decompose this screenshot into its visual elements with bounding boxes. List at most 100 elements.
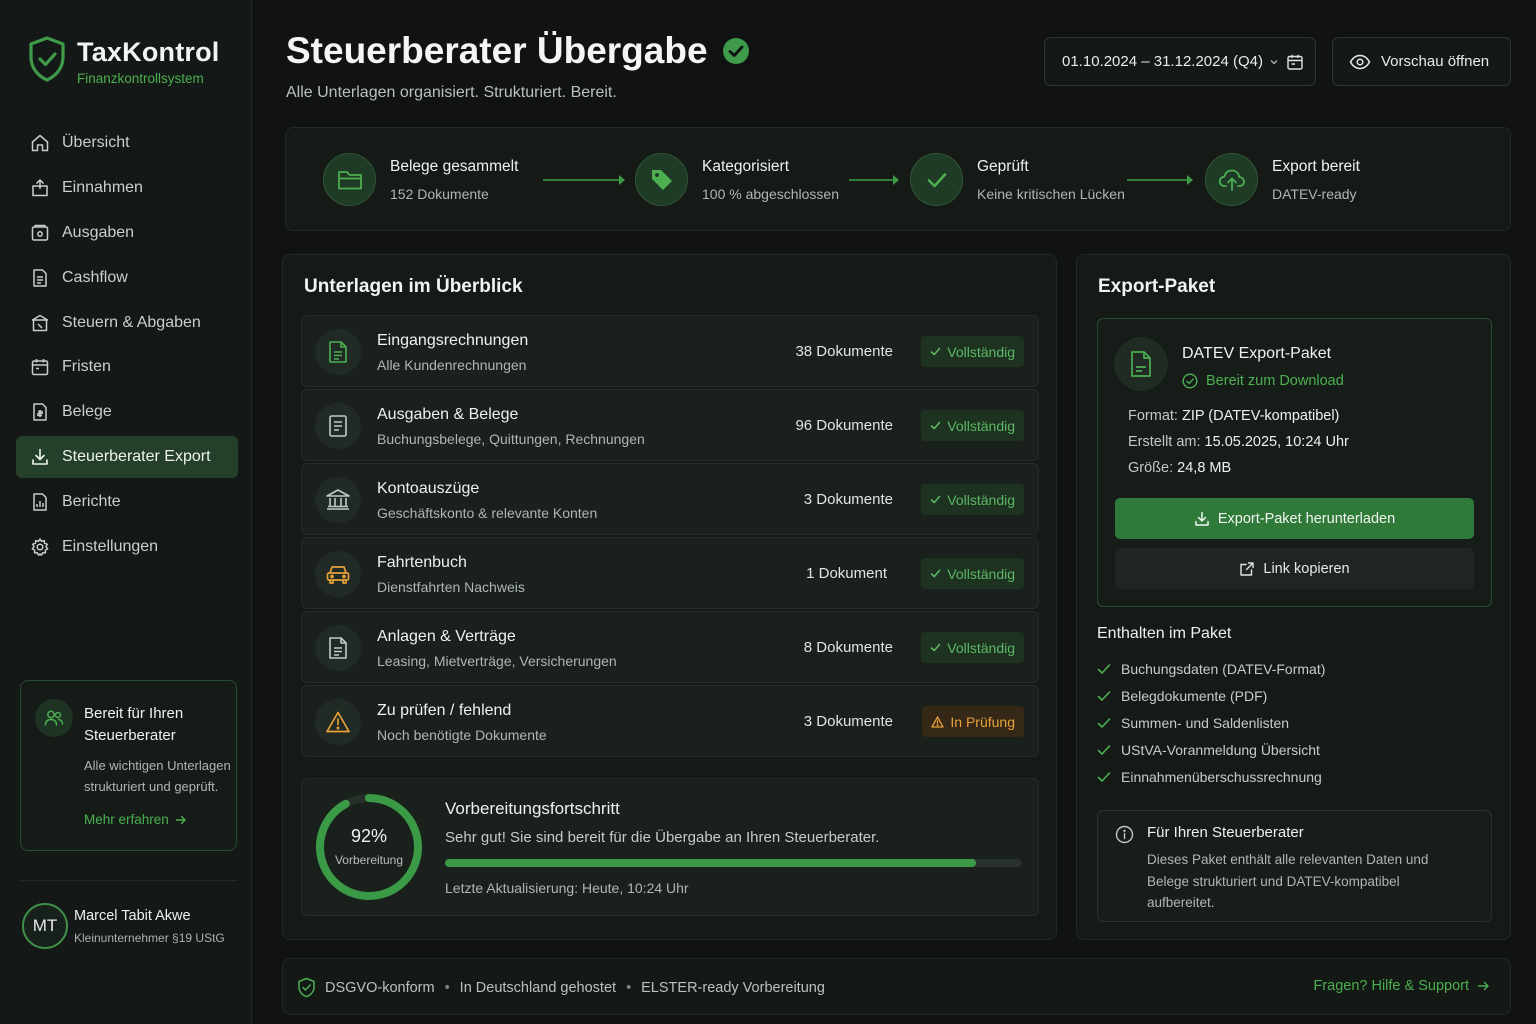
progress-ring	[316, 794, 422, 900]
wallet-icon	[31, 224, 49, 241]
progress-bar	[445, 859, 1022, 867]
advisor-info-card: Für Ihren Steuerberater Dieses Paket ent…	[1097, 810, 1492, 922]
warning-icon	[315, 699, 361, 745]
app-logo[interactable]: TaxKontrol Finanzkontrollsystem	[28, 36, 220, 86]
doc-count: 3 Dokumente	[803, 713, 893, 730]
shield-check-icon	[298, 977, 315, 998]
status-label: Vollständig	[947, 565, 1015, 582]
progress-percent: 92%	[350, 826, 388, 846]
sidebar-item-berichte[interactable]: Berichte	[16, 481, 238, 523]
step-subtitle: DATEV-ready	[1272, 185, 1357, 202]
preview-button-label: Vorschau öffnen	[1381, 53, 1490, 70]
user-profile[interactable]: MT Marcel Tabit Akwe Kleinunternehmer §1…	[22, 903, 225, 949]
doc-count: 3 Dokumente	[803, 491, 893, 508]
copy-link-label: Link kopieren	[1263, 560, 1350, 577]
doc-desc: Alle Kundenrechnungen	[377, 357, 527, 373]
step-geprueft: Geprüft Keine kritischen Lücken	[910, 153, 1125, 206]
ready-info-card: Bereit für Ihren Steuerberater Alle wich…	[20, 680, 237, 851]
progress-ring-label: Vorbereitung	[334, 853, 404, 867]
sidebar-item-einnahmen[interactable]: Einnahmen	[16, 167, 238, 209]
users-icon	[35, 699, 73, 737]
sidebar-item-uebersicht[interactable]: Übersicht	[16, 122, 238, 164]
sidebar-item-label: Übersicht	[62, 134, 130, 151]
calendar-icon	[1287, 54, 1303, 70]
documents-panel: Unterlagen im Überblick Eingangsrechnung…	[282, 254, 1057, 940]
bank-icon	[315, 477, 361, 523]
doc-count: 38 Dokumente	[795, 343, 893, 360]
doc-row-fahrtenbuch[interactable]: Fahrtenbuch Dienstfahrten Nachweis 1 Dok…	[301, 537, 1039, 609]
doc-row-kontoauszuege[interactable]: Kontoauszüge Geschäftskonto & relevante …	[301, 463, 1039, 535]
step-subtitle: 100 % abgeschlossen	[702, 185, 839, 202]
sidebar-item-steuerberater-export[interactable]: Steuerberater Export	[16, 436, 238, 479]
avatar: MT	[22, 903, 68, 949]
receipt-icon	[315, 403, 361, 449]
arrow-right-icon	[1477, 981, 1489, 991]
arrow-right-icon	[175, 815, 186, 824]
size-value: 24,8 MB	[1177, 460, 1232, 476]
tax-building-icon	[31, 314, 49, 331]
sidebar-item-label: Belege	[62, 403, 112, 421]
download-package-button[interactable]: Export-Paket herunterladen	[1115, 498, 1474, 539]
status-label: Vollständig	[947, 417, 1015, 434]
status-label: Vollständig	[947, 639, 1015, 656]
check-icon	[930, 421, 941, 430]
footer-item: ELSTER-ready Vorbereitung	[641, 979, 825, 996]
sidebar-item-einstellungen[interactable]: Einstellungen	[16, 526, 238, 568]
check-icon	[1097, 717, 1111, 728]
doc-name: Anlagen & Verträge	[377, 628, 516, 645]
preparation-progress-card: 92% Vorbereitung Vorbereitungsfortschrit…	[301, 778, 1039, 916]
doc-row-ausgaben-belege[interactable]: Ausgaben & Belege Buchungsbelege, Quittu…	[301, 389, 1039, 461]
doc-desc: Buchungsbelege, Quittungen, Rechnungen	[377, 431, 645, 447]
package-status-label: Bereit zum Download	[1206, 373, 1344, 389]
doc-name: Zu prüfen / fehlend	[377, 702, 512, 719]
sidebar-item-cashflow[interactable]: Cashflow	[16, 257, 238, 299]
sidebar-item-steuern[interactable]: Steuern & Abgaben	[16, 302, 238, 344]
documents-title: Unterlagen im Überblick	[304, 276, 523, 297]
progress-steps: Belege gesammelt 152 Dokumente Kategoris…	[285, 127, 1511, 231]
check-icon	[1097, 744, 1111, 755]
doc-desc: Noch benötigte Dokumente	[377, 727, 547, 743]
report-icon	[33, 493, 47, 511]
list-item: Summen- und Saldenlisten	[1097, 709, 1325, 736]
status-badge: Vollständig	[921, 336, 1024, 367]
page-title: Steuerberater Übergabe	[286, 30, 750, 72]
receipt-icon	[33, 403, 47, 422]
preview-button[interactable]: Vorschau öffnen	[1332, 37, 1511, 86]
sidebar-item-fristen[interactable]: Fristen	[16, 346, 238, 388]
status-badge: Vollständig	[921, 410, 1024, 441]
learn-more-link[interactable]: Mehr erfahren	[84, 812, 187, 827]
step-arrow	[849, 175, 899, 185]
step-title: Kategorisiert	[702, 157, 790, 175]
doc-row-zu-pruefen[interactable]: Zu prüfen / fehlend Noch benötigte Dokum…	[301, 685, 1039, 757]
footer: DSGVO-konform • In Deutschland gehostet …	[282, 958, 1511, 1015]
status-badge: Vollständig	[921, 632, 1024, 663]
help-support-link[interactable]: Fragen? Hilfe & Support	[1313, 978, 1490, 994]
check-icon	[1097, 663, 1111, 674]
sidebar-item-label: Fristen	[62, 358, 111, 376]
progress-text: Sehr gut! Sie sind bereit für die Überga…	[445, 829, 880, 846]
footer-item: In Deutschland gehostet	[459, 979, 617, 996]
included-item-label: Summen- und Saldenlisten	[1121, 714, 1290, 731]
check-circle-icon	[1182, 373, 1198, 389]
sidebar-nav: Übersicht Einnahmen Ausgaben Cashflow St…	[16, 122, 238, 571]
learn-more-label: Mehr erfahren	[84, 812, 169, 827]
doc-row-anlagen-vertraege[interactable]: Anlagen & Verträge Leasing, Mietverträge…	[301, 611, 1039, 683]
copy-link-button[interactable]: Link kopieren	[1115, 548, 1474, 589]
external-link-icon	[1240, 561, 1255, 576]
check-icon	[930, 569, 941, 578]
date-range-picker[interactable]: 01.10.2024 – 31.12.2024 (Q4)	[1044, 37, 1316, 86]
file-icon	[1114, 337, 1168, 391]
sidebar-item-belege[interactable]: Belege	[16, 391, 238, 433]
sidebar-item-ausgaben[interactable]: Ausgaben	[16, 212, 238, 254]
list-item: Buchungsdaten (DATEV-Format)	[1097, 655, 1325, 682]
sidebar-item-label: Ausgaben	[62, 223, 135, 241]
step-subtitle: Keine kritischen Lücken	[977, 185, 1125, 202]
export-title: Export-Paket	[1098, 276, 1216, 297]
last-updated: Letzte Aktualisierung: Heute, 10:24 Uhr	[445, 880, 689, 896]
user-name: Marcel Tabit Akwe	[74, 907, 191, 924]
included-item-label: Belegdokumente (PDF)	[1121, 687, 1268, 704]
sidebar: TaxKontrol Finanzkontrollsystem Übersich…	[0, 0, 252, 1024]
sidebar-item-label: Steuern & Abgaben	[62, 313, 201, 331]
sidebar-divider	[20, 880, 237, 881]
doc-row-eingangsrechnungen[interactable]: Eingangsrechnungen Alle Kundenrechnungen…	[301, 315, 1039, 387]
